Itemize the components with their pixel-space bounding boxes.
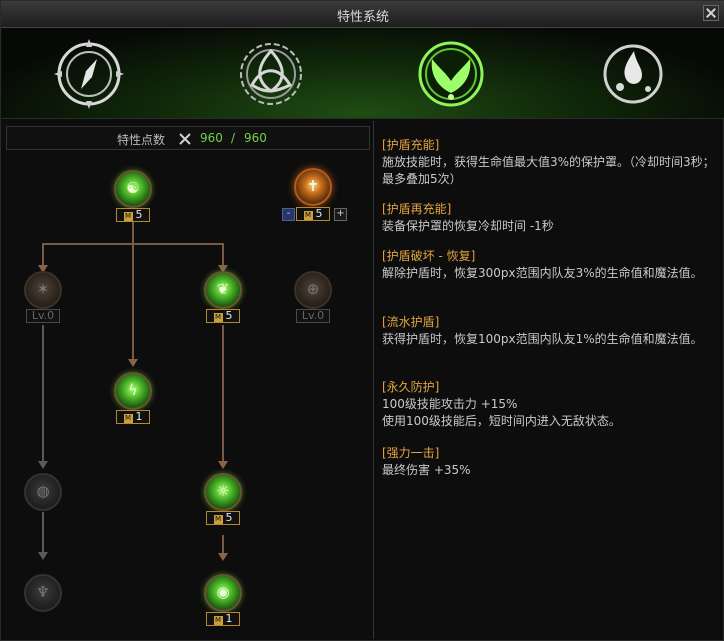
trait-detail-entry: [流水护盾] 获得护盾时，恢复100px范围内队友1%的生命值和魔法值。 <box>382 314 718 348</box>
trait-level-badge: M5 <box>206 309 240 323</box>
trait-node-locked-left[interactable]: ◍ <box>24 473 62 511</box>
trait-node-lightning[interactable]: ϟ <box>114 372 152 410</box>
trait-level-badge: M5 <box>116 208 150 222</box>
trait-node-glyph: ☯ <box>126 179 140 197</box>
compass-emblem-icon[interactable] <box>52 37 126 111</box>
trait-detail-text: 100级技能攻击力 +15% 使用100级技能后，短时间内进入无敌状态。 <box>382 397 621 428</box>
trait-node-glyph: ϟ <box>128 381 138 399</box>
window-title: 特性系统 <box>336 10 389 25</box>
crossed-swords-icon <box>179 133 191 145</box>
connector-arrow <box>218 461 228 469</box>
trait-detail-entry: [护盾破坏 - 恢复] 解除护盾时，恢复300px范围内队友3%的生命值和魔法值… <box>382 248 718 282</box>
trait-detail-entry: [强力一击] 最终伤害 +35% <box>382 445 718 479</box>
wings-emblem-icon[interactable] <box>414 37 488 111</box>
trait-node-glyph: ✝ <box>306 177 320 195</box>
trait-detail-title: [强力一击] <box>382 446 440 460</box>
trait-detail-entry: [护盾再充能] 装备保护罩的恢复冷却时间 -1秒 <box>382 201 718 235</box>
class-emblem-banner <box>2 28 724 119</box>
trait-tree-panel: 特性点数 960 / 960 ☯ M 5 ✝ - M 5 + ✶ Lv.0 ❦ … <box>6 126 370 638</box>
trait-detail-entry: [永久防护] 100级技能攻击力 +15% 使用100级技能后，短时间内进入无敌… <box>382 379 718 430</box>
trait-detail-title: [护盾充能] <box>382 138 440 152</box>
trait-details-panel: [护盾充能] 施放技能时，获得生命值最大值3%的保护罩。（冷却时间3秒；最多叠加… <box>373 121 723 639</box>
trait-tree: ☯ M5 ✝ - M5 + ✶ Lv.0 ❦ M 5 ⊕ Lv.0 ϟ M 1 … <box>6 150 370 638</box>
trait-detail-text: 施放技能时，获得生命值最大值3%的保护罩。（冷却时间3秒；最多叠加5次） <box>382 155 715 186</box>
trait-level-badge: M1 <box>116 410 150 424</box>
title-bar[interactable]: 特性系统 <box>1 1 724 28</box>
connector-line <box>132 243 134 363</box>
trait-detail-title: [流水护盾] <box>382 315 440 329</box>
points-separator: / <box>231 131 236 145</box>
level-plus-button[interactable]: + <box>334 208 347 221</box>
trait-node-glyph: ⊕ <box>306 280 320 298</box>
points-label: 特性点数 <box>117 133 166 147</box>
trait-node-glyph: ❦ <box>216 280 230 298</box>
trait-node-glyph: ♆ <box>36 583 50 601</box>
trait-detail-entry: [护盾充能] 施放技能时，获得生命值最大值3%的保护罩。（冷却时间3秒；最多叠加… <box>382 137 718 188</box>
trait-detail-text: 获得护盾时，恢复100px范围内队友1%的生命值和魔法值。 <box>382 332 703 346</box>
connector-line <box>42 325 44 465</box>
connector-line <box>222 325 224 465</box>
points-current: 960 <box>200 131 223 145</box>
trait-points-bar: 特性点数 960 / 960 <box>6 126 370 150</box>
water-drop-emblem-icon[interactable] <box>596 37 670 111</box>
trait-level-badge: M1 <box>206 612 240 626</box>
trait-level-badge: Lv.0 <box>26 309 60 323</box>
trait-node-inactive-right[interactable]: ⊕ <box>294 271 332 309</box>
trait-node-shield-charge[interactable]: ☯ <box>114 170 152 208</box>
trait-node-glyph: ☼ <box>216 482 230 500</box>
connector-arrow <box>128 359 138 367</box>
triquetra-emblem-icon[interactable] <box>234 37 308 111</box>
trait-node-sword-special[interactable]: ✝ <box>294 168 332 206</box>
trait-node-glyph: ◍ <box>36 482 50 500</box>
trait-node-power-strike[interactable]: ◉ <box>204 574 242 612</box>
trait-node-inactive-left[interactable]: ✶ <box>24 271 62 309</box>
level-minus-button[interactable]: - <box>282 208 295 221</box>
connector-arrow <box>38 461 48 469</box>
trait-detail-title: [护盾再充能] <box>382 202 452 216</box>
trait-node-locked-bottom[interactable]: ♆ <box>24 574 62 612</box>
connector-arrow <box>38 552 48 560</box>
connector-arrow <box>218 553 228 561</box>
trait-node-glyph: ◉ <box>216 583 230 601</box>
trait-detail-text: 最终伤害 +35% <box>382 463 471 477</box>
trait-node-glyph: ✶ <box>36 280 50 298</box>
trait-detail-text: 装备保护罩的恢复冷却时间 -1秒 <box>382 219 554 233</box>
trait-detail-title: [永久防护] <box>382 380 440 394</box>
close-icon[interactable] <box>703 5 719 21</box>
points-max: 960 <box>244 131 267 145</box>
trait-level-badge: M5 <box>296 207 330 221</box>
trait-detail-title: [护盾破坏 - 恢复] <box>382 249 476 263</box>
trait-node-shield-recharge[interactable]: ❦ <box>204 271 242 309</box>
trait-window: 特性系统 特性点数 960 / 960 ☯ M 5 ✝ - M 5 + ✶ Lv… <box>0 0 724 641</box>
trait-detail-text: 解除护盾时，恢复300px范围内队友3%的生命值和魔法值。 <box>382 266 703 280</box>
connector-line <box>42 512 44 556</box>
trait-node-flowing-shield[interactable]: ☼ <box>204 473 242 511</box>
trait-level-badge: Lv.0 <box>296 309 330 323</box>
trait-level-badge: M5 <box>206 511 240 525</box>
